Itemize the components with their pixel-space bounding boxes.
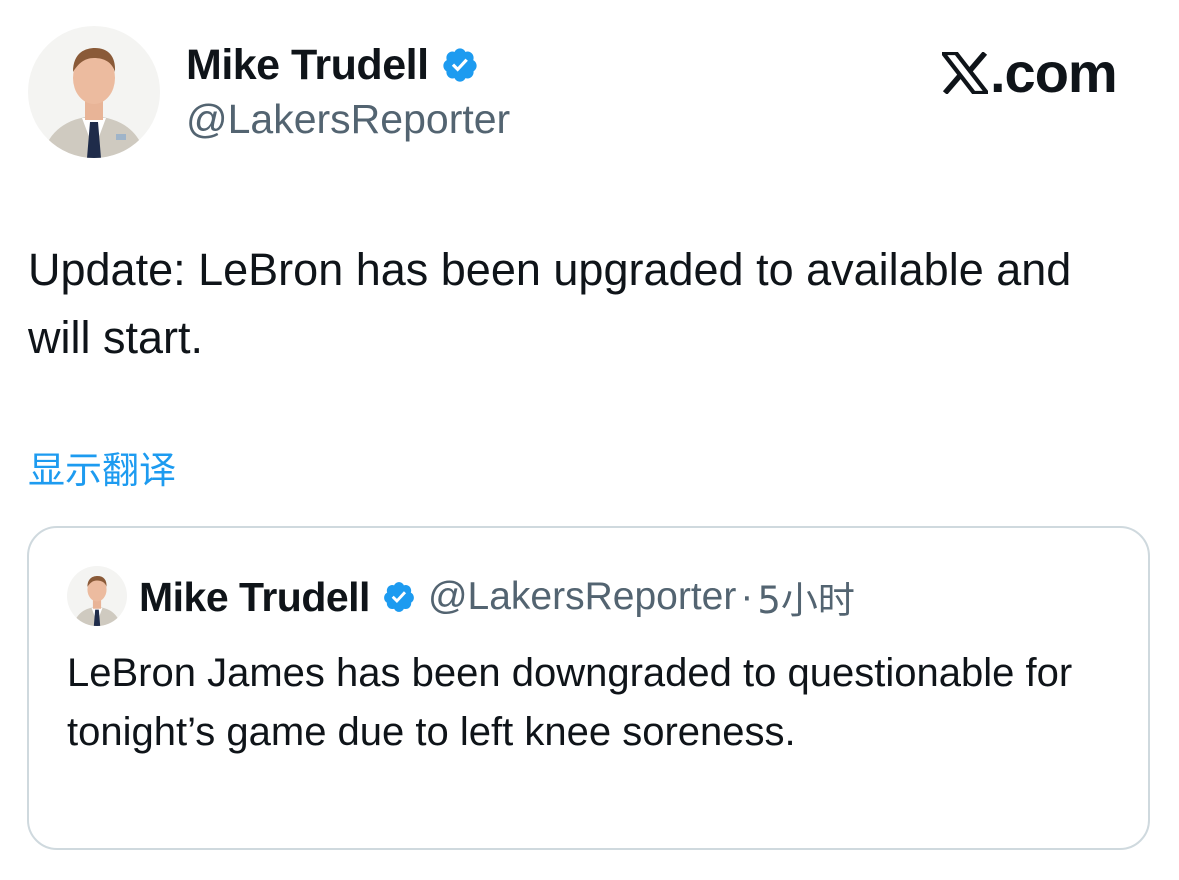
author-name-row[interactable]: Mike Trudell: [186, 40, 479, 90]
author-avatar-image: [28, 26, 160, 158]
author-avatar[interactable]: [28, 26, 160, 158]
quoted-author-handle[interactable]: @LakersReporter: [428, 575, 736, 619]
dot-separator: ·: [740, 575, 754, 618]
quoted-author-name[interactable]: Mike Trudell: [139, 574, 370, 621]
quoted-tweet-card[interactable]: Mike Trudell @LakersReporter · 5小时 LeBro…: [27, 526, 1150, 850]
tweet-text: Update: LeBron has been upgraded to avai…: [28, 244, 1072, 363]
show-translation-link[interactable]: 显示翻译: [28, 448, 176, 494]
author-name[interactable]: Mike Trudell: [186, 40, 429, 90]
verified-badge-icon[interactable]: [441, 46, 479, 84]
author-handle[interactable]: @LakersReporter: [186, 96, 510, 142]
quoted-tweet-header: Mike Trudell @LakersReporter · 5小时: [139, 570, 855, 624]
quoted-tweet-timestamp[interactable]: 5小时: [757, 570, 855, 624]
quoted-avatar-image: [67, 566, 127, 626]
brand-text: .com: [990, 41, 1118, 104]
quoted-author-avatar[interactable]: [67, 566, 127, 626]
brand-logo: .com: [942, 41, 1118, 104]
quoted-tweet-text: LeBron James has been downgraded to ques…: [67, 651, 1073, 754]
quoted-verified-badge-icon: [382, 580, 416, 614]
x-logo-icon: [942, 52, 988, 94]
